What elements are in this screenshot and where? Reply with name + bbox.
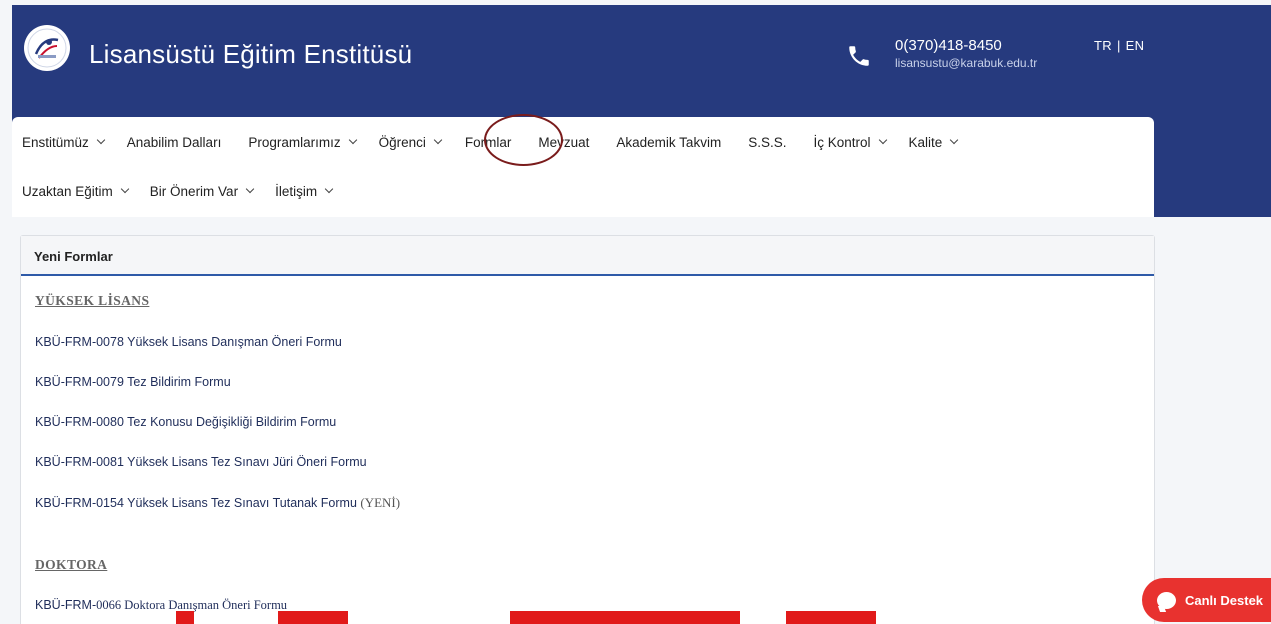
panel-title: Yeni Formlar [34,249,113,264]
logo-emblem-icon [27,28,67,68]
nav-item-formlar[interactable]: Formlar [465,135,512,150]
lang-en-link[interactable]: EN [1126,38,1145,53]
email-address[interactable]: lisansustu@karabuk.edu.tr [895,55,1037,71]
red-overlay-fragment [278,611,348,624]
nav-item-label: Bir Önerim Var [149,183,239,199]
nav-item-label: Akademik Takvim [616,134,722,150]
university-logo[interactable] [24,25,70,71]
chevron-down-icon [96,135,106,145]
nav-item-label: Programlarımız [248,134,341,150]
form-link-label: KBÜ-FRM-0080 Tez Konusu Değişikliği Bild… [35,415,337,429]
chevron-down-icon [878,135,887,145]
chevron-down-icon [348,135,357,145]
phone-icon [849,46,869,66]
language-switcher: TR | EN [1094,38,1144,53]
form-link-label: KBÜ-FRM-0078 Yüksek Lisans Danışman Öner… [35,335,342,349]
red-overlay-fragment [510,611,740,624]
nav-item-programlarimiz[interactable]: Programlarımız [248,134,357,150]
nav-item-kalite[interactable]: Kalite [908,134,959,150]
chevron-down-icon [324,184,334,194]
form-link-0154[interactable]: KBÜ-FRM-0154 Yüksek Lisans Tez Sınavı Tu… [35,495,400,511]
nav-item-label: Öğrenci [378,134,426,150]
form-link-label-rest: 0066 Doktora Danışman Öneri Formu [96,598,288,612]
red-overlay-fragment [176,611,194,624]
form-link-0066[interactable]: KBÜ-FRM-0066 Doktora Danışman Öneri Form… [35,598,287,613]
chevron-down-icon [245,184,255,194]
nav-item-anabilim-dallari[interactable]: Anabilim Dalları [127,135,222,150]
chevron-down-icon [950,135,959,145]
nav-row-2: Uzaktan Eğitim Bir Önerim Var İletişim [22,181,334,201]
nav-item-akademik-takvim[interactable]: Akademik Takvim [616,135,721,150]
chevron-down-icon [433,135,443,145]
nav-item-bir-onerim-var[interactable]: Bir Önerim Var [149,183,255,199]
panel-header: Yeni Formlar [21,236,1154,276]
form-link-label: KBÜ-FRM- [35,598,97,612]
form-link-label: KBÜ-FRM-0081 Yüksek Lisans Tez Sınavı Jü… [35,455,367,469]
new-tag: (YENİ) [360,495,401,510]
section-title-yuksek-lisans[interactable]: YÜKSEK LİSANS [35,293,149,309]
contact-info: 0(370)418-8450 lisansustu@karabuk.edu.tr [895,37,1037,71]
nav-item-label: Anabilim Dalları [126,134,222,150]
nav-item-enstitumuz[interactable]: Enstitümüz [22,134,106,150]
lang-tr-link[interactable]: TR [1094,38,1112,53]
forms-panel: Yeni Formlar YÜKSEK LİSANS KBÜ-FRM-0078 … [20,235,1155,624]
live-support-button[interactable]: Canlı Destek [1142,578,1271,622]
red-overlay-fragment [786,611,876,624]
live-support-label: Canlı Destek [1185,592,1264,608]
nav-item-label: Mevzuat [538,134,590,150]
nav-row-1: Enstitümüz Anabilim Dalları Programlarım… [22,132,959,152]
form-link-0081[interactable]: KBÜ-FRM-0081 Yüksek Lisans Tez Sınavı Jü… [35,455,367,469]
phone-number[interactable]: 0(370)418-8450 [895,37,1037,55]
nav-item-sss[interactable]: S.S.S. [748,135,786,150]
nav-item-ic-kontrol[interactable]: İç Kontrol [813,134,887,150]
form-link-0080[interactable]: KBÜ-FRM-0080 Tez Konusu Değişikliği Bild… [35,415,336,429]
lang-separator: | [1116,38,1121,53]
nav-item-uzaktan-egitim[interactable]: Uzaktan Eğitim [22,183,130,199]
nav-item-label: İç Kontrol [813,134,871,150]
nav-item-label: Kalite [908,134,943,150]
nav-item-iletisim[interactable]: İletişim [275,183,334,199]
nav-item-label: Formlar [464,134,512,150]
main-nav: Enstitümüz Anabilim Dalları Programlarım… [12,114,1154,217]
form-link-0078[interactable]: KBÜ-FRM-0078 Yüksek Lisans Danışman Öner… [35,335,342,349]
form-link-label: KBÜ-FRM-0079 Tez Bildirim Formu [35,375,231,389]
chevron-down-icon [120,184,130,194]
nav-item-label: Uzaktan Eğitim [22,183,113,199]
site-title[interactable]: Lisansüstü Eğitim Enstitüsü [89,39,412,70]
nav-item-label: Enstitümüz [22,134,89,150]
page: Lisansüstü Eğitim Enstitüsü 0(370)418-84… [0,0,1271,624]
nav-item-ogrenci[interactable]: Öğrenci [378,134,443,150]
section-title-doktora[interactable]: DOKTORA [35,557,107,573]
form-link-label: KBÜ-FRM-0154 Yüksek Lisans Tez Sınavı Tu… [35,496,357,510]
chat-bubble-icon [1157,591,1176,609]
nav-item-mevzuat[interactable]: Mevzuat [538,135,589,150]
nav-item-label: İletişim [275,183,318,199]
nav-item-label: S.S.S. [748,134,787,150]
form-link-0079[interactable]: KBÜ-FRM-0079 Tez Bildirim Formu [35,375,231,389]
